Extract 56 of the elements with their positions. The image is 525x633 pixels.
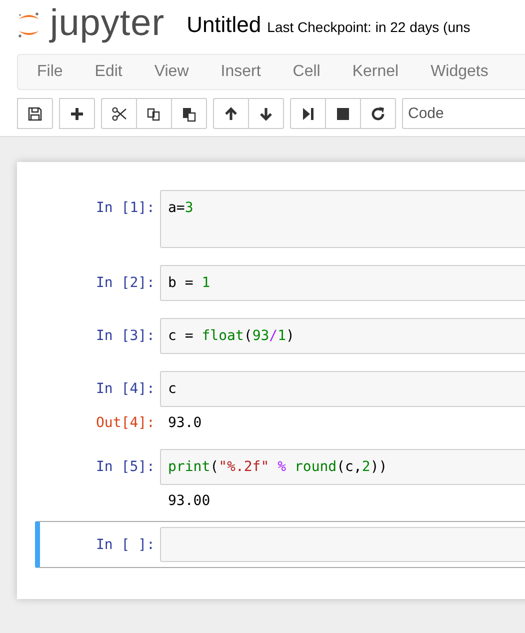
menu-item[interactable]: Kernel — [337, 63, 414, 81]
notebook-name[interactable]: Untitled — [186, 12, 262, 38]
output-text: 93.00 — [167, 492, 210, 510]
arrow-down-icon — [258, 106, 274, 122]
notebook-cell[interactable]: In [3]: c = float(93/1) — [35, 312, 525, 360]
output-prompt: Out[4]: — [94, 414, 156, 432]
cell-editor[interactable]: a=3 — [160, 190, 525, 248]
code-text: c — [168, 381, 176, 397]
paste-icon — [181, 106, 197, 122]
copy-icon — [146, 106, 162, 122]
cell-editor[interactable] — [160, 527, 525, 562]
notebook-cell[interactable]: In [4]: c Out[4]: 93.0 — [35, 365, 525, 438]
stop-icon — [335, 106, 351, 122]
save-button[interactable] — [17, 98, 53, 129]
input-prompt: In [4]: — [94, 380, 156, 398]
menu-item[interactable]: Edit — [80, 63, 138, 81]
run-button[interactable] — [290, 98, 326, 129]
menu-item[interactable]: View — [139, 63, 204, 81]
cell-editor[interactable]: b = 1 — [160, 265, 525, 301]
refresh-icon — [370, 106, 386, 122]
code-text: b = 1 — [168, 275, 210, 291]
add-cell-button[interactable] — [59, 98, 95, 129]
menu-item[interactable]: Widgets — [416, 63, 504, 81]
notebook-cell[interactable]: In [ ]: — [35, 521, 525, 568]
stop-button[interactable] — [325, 98, 361, 129]
input-prompt: In [ ]: — [94, 536, 156, 554]
input-prompt: In [3]: — [94, 327, 156, 345]
move-down-button[interactable] — [248, 98, 284, 129]
cell-editor[interactable]: c — [160, 371, 525, 407]
move-up-button[interactable] — [213, 98, 249, 129]
paste-button[interactable] — [171, 98, 207, 129]
output-text: 93.0 — [167, 414, 202, 432]
notebook-cell[interactable]: In [1]: a=3 — [35, 184, 525, 254]
input-prompt: In [5]: — [94, 458, 156, 476]
restart-button[interactable] — [360, 98, 396, 129]
menu-item[interactable]: File — [22, 63, 78, 81]
skip-forward-icon — [300, 106, 316, 122]
cell-editor[interactable]: print("%.2f" % round(c,2)) — [160, 449, 525, 485]
code-text: print("%.2f" % round(c,2)) — [168, 459, 388, 475]
menu-item[interactable]: Cell — [278, 63, 336, 81]
copy-button[interactable] — [136, 98, 172, 129]
checkpoint-text: Last Checkpoint: in 22 days (uns — [267, 19, 470, 35]
input-prompt: In [1]: — [94, 199, 156, 217]
notebook-cell[interactable]: In [5]: print("%.2f" % round(c,2)) 93.00 — [35, 443, 525, 516]
input-prompt: In [2]: — [94, 274, 156, 292]
cell-type-dropdown[interactable]: Code — [402, 98, 525, 129]
scissors-icon — [111, 106, 127, 122]
code-text: a=3 — [168, 200, 194, 216]
plus-icon — [69, 106, 85, 122]
cut-button[interactable] — [101, 98, 137, 129]
logo-text: jupyter — [50, 4, 165, 40]
cell-editor[interactable]: c = float(93/1) — [160, 318, 525, 354]
menu-item[interactable]: Insert — [206, 63, 276, 81]
code-text: c = float(93/1) — [168, 328, 294, 344]
arrow-up-icon — [223, 106, 239, 122]
notebook-cell[interactable]: In [2]: b = 1 — [35, 259, 525, 307]
